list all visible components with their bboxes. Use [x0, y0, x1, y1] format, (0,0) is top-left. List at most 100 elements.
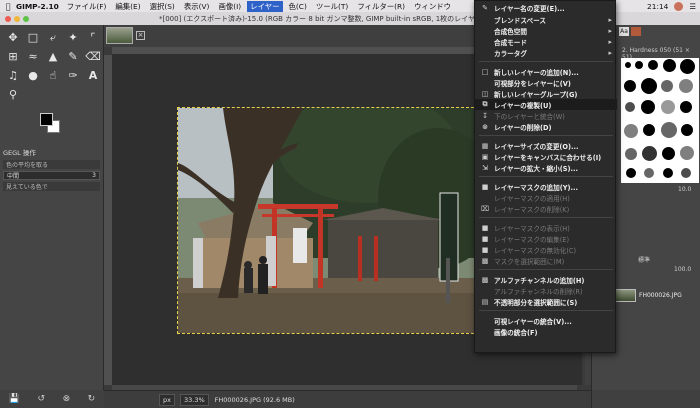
apple-icon[interactable]:  — [0, 2, 16, 11]
menu-item-merge-down[interactable]: ↧ 下のレイヤーと統合(W) — [475, 110, 617, 121]
close-tab-icon[interactable]: × — [136, 31, 145, 40]
menu-separator — [479, 176, 613, 177]
folder-icon: ◫ — [481, 89, 489, 98]
app-menu[interactable]: GIMP-2.10 — [16, 2, 59, 11]
airbrush-tool-icon[interactable]: ♫ — [4, 67, 22, 84]
menu-item-add-alpha-channel[interactable]: ▩ アルファチャンネルの追加(H) — [475, 274, 617, 285]
menu-item-alpha-to-selection[interactable]: ▤ 不透明部分を選択範囲に(S) — [475, 296, 617, 307]
menu-item-color-tag[interactable]: カラータグ ▸ — [475, 47, 617, 58]
status-bar: px 33.3% FH000026.JPG (92.6 MB) — [104, 390, 591, 408]
menu-item-new-from-visible[interactable]: 可視部分をレイヤーに(V) — [475, 77, 617, 88]
menu-item-add-layer-mask[interactable]: ■ レイヤーマスクの追加(Y)... — [475, 181, 617, 192]
menu-color[interactable]: 色(C) — [289, 1, 307, 12]
window-title: *[000] (エクスポート済み)-15.0 (RGB カラー 8 bit ガン… — [159, 14, 485, 23]
vertical-ruler[interactable] — [104, 55, 112, 385]
layer-name: FH000026.JPG — [639, 291, 682, 299]
user-avatar-icon[interactable] — [674, 1, 684, 11]
menu-item-scale-layer[interactable]: ⇲ レイヤーの拡大・縮小(S)... — [475, 162, 617, 173]
crop-tool-icon[interactable]: ⌜ — [84, 29, 102, 46]
menu-windows[interactable]: ウィンドウ — [414, 1, 451, 12]
status-file-info: FH000026.JPG (92.6 MB) — [214, 395, 295, 404]
fuzzy-select-tool-icon[interactable]: ✦ — [64, 29, 82, 46]
menu-item-composite-space[interactable]: 合成色空間 ▸ — [475, 25, 617, 36]
brush-tool-icon[interactable]: ✎ — [64, 48, 82, 65]
menu-edit[interactable]: 編集(E) — [115, 1, 140, 12]
photo-layer-image[interactable] — [177, 107, 479, 334]
menu-item-flatten-image[interactable]: 画像の統合(F) — [475, 326, 617, 337]
image-tab-thumbnail[interactable] — [106, 27, 133, 44]
smudge-tool-icon[interactable]: ☝ — [44, 67, 62, 84]
menu-item-disable-layer-mask[interactable]: ■ レイヤーマスクの無効化(C) — [475, 244, 617, 255]
scale-icon: ⇲ — [482, 163, 488, 172]
path-tool-icon[interactable]: ✑ — [64, 67, 82, 84]
menu-item-delete-layer-mask[interactable]: ⌧ レイヤーマスクの削除(K) — [475, 203, 617, 214]
transform-tool-icon[interactable]: ⊞ — [4, 48, 22, 65]
menu-item-duplicate-layer[interactable]: ⧉ レイヤーの複製(U) — [475, 99, 617, 110]
patterns-tab-icon[interactable] — [631, 27, 641, 36]
menu-item-composite-mode[interactable]: 合成モード ▸ — [475, 36, 617, 47]
menu-tools[interactable]: ツール(T) — [316, 1, 348, 12]
minimize-window-icon[interactable] — [14, 15, 20, 22]
menu-item-remove-alpha-channel[interactable]: アルファチャンネルの削除(R) — [475, 285, 617, 296]
menu-filters[interactable]: フィルター(R) — [357, 1, 405, 12]
alpha-select-icon: ▤ — [481, 297, 489, 306]
menu-layer[interactable]: レイヤー — [247, 0, 283, 12]
rect-select-tool-icon[interactable]: □ — [24, 29, 42, 46]
menu-item-show-layer-mask[interactable]: ■ レイヤーマスクの表示(H) — [475, 222, 617, 233]
menu-list-icon[interactable]: ☰ — [689, 2, 696, 11]
brush-grid[interactable] — [621, 58, 699, 183]
gegl-operation-field[interactable]: 色の平均を取る — [3, 160, 100, 169]
dock-tab-strip: Aa — [619, 27, 700, 39]
mask-add-icon: ■ — [481, 182, 489, 191]
text-tool-icon[interactable]: A — [84, 67, 102, 84]
menu-item-layer-to-image-size[interactable]: ▣ レイヤーをキャンバスに合わせる(I) — [475, 151, 617, 162]
menu-separator — [479, 135, 613, 136]
toolbox: ✥ □ ⤶ ✦ ⌜ ⊞ ≈ ▲ ✎ ⌫ ♫ ● ☝ ✑ A ⚲ GEGL 操作 … — [0, 25, 104, 408]
brush-spacing-value[interactable]: 10.0 — [678, 186, 691, 193]
eraser-tool-icon[interactable]: ⌫ — [84, 48, 102, 65]
layer-thumbnail — [614, 288, 636, 302]
move-tool-icon[interactable]: ✥ — [4, 29, 22, 46]
menu-item-apply-layer-mask[interactable]: レイヤーマスクの適用(H) — [475, 192, 617, 203]
new-layer-icon: □ — [481, 67, 489, 76]
toolbox-bottom-bar: 💾 ↺ ⊗ ↻ — [0, 390, 104, 408]
gegl-hint-checkbox[interactable]: 見えている色で — [3, 182, 100, 191]
zoom-select[interactable]: 33.3% — [179, 393, 209, 406]
shrine-photo — [178, 108, 478, 333]
submenu-arrow-icon: ▸ — [608, 15, 612, 24]
menu-image[interactable]: 画像(I) — [218, 1, 241, 12]
lasso-tool-icon[interactable]: ⤶ — [44, 29, 62, 46]
menu-item-mask-to-selection[interactable]: ▩ マスクを選択範囲に(M) — [475, 255, 617, 266]
menu-item-new-layer-group[interactable]: ◫ 新しいレイヤーグループ(G) — [475, 88, 617, 99]
menu-select[interactable]: 選択(S) — [150, 1, 175, 12]
fonts-tab-icon[interactable]: Aa — [619, 27, 629, 36]
restore-icon[interactable]: ↺ — [38, 394, 46, 404]
layer-mode-select[interactable]: 標準 — [638, 255, 650, 264]
clone-tool-icon[interactable]: ● — [24, 67, 42, 84]
menu-item-rename-layer[interactable]: ✎ レイヤー名の変更(E)... — [475, 2, 617, 13]
layer-opacity-value[interactable]: 100.0 — [674, 266, 691, 273]
gegl-mode-select[interactable]: 中間 3 — [3, 171, 100, 180]
alpha-icon: ▩ — [481, 275, 489, 284]
menu-item-edit-layer-mask[interactable]: ■ レイヤーマスクの編集(E) — [475, 233, 617, 244]
menu-item-new-layer[interactable]: □ 新しいレイヤーの追加(N)... — [475, 66, 617, 77]
warp-tool-icon[interactable]: ≈ — [24, 48, 42, 65]
menu-item-delete-layer[interactable]: ⊗ レイヤーの削除(D) — [475, 121, 617, 132]
foreground-color-swatch[interactable] — [40, 113, 53, 126]
checkbox-icon: ■ — [481, 245, 489, 254]
layer-item[interactable]: FH000026.JPG — [614, 287, 700, 303]
menu-file[interactable]: ファイル(F) — [67, 1, 107, 12]
delete-preset-icon[interactable]: ⊗ — [63, 394, 71, 404]
save-preset-icon[interactable]: 💾 — [9, 394, 20, 404]
menu-item-blend-space[interactable]: ブレンドスペース ▸ — [475, 14, 617, 25]
menu-view[interactable]: 表示(V) — [184, 1, 210, 12]
reset-icon[interactable]: ↻ — [88, 394, 96, 404]
zoom-tool-icon[interactable]: ⚲ — [4, 86, 22, 103]
close-window-icon[interactable] — [5, 15, 11, 22]
unit-select[interactable]: px — [159, 393, 175, 406]
menu-item-merge-visible-layers[interactable]: 可視レイヤーの統合(V)... — [475, 315, 617, 326]
dock-bottom-bar — [592, 390, 700, 408]
menu-item-layer-boundary-size[interactable]: ▦ レイヤーサイズの変更(O)... — [475, 140, 617, 151]
zoom-window-icon[interactable] — [23, 15, 29, 22]
fill-tool-icon[interactable]: ▲ — [44, 48, 62, 65]
